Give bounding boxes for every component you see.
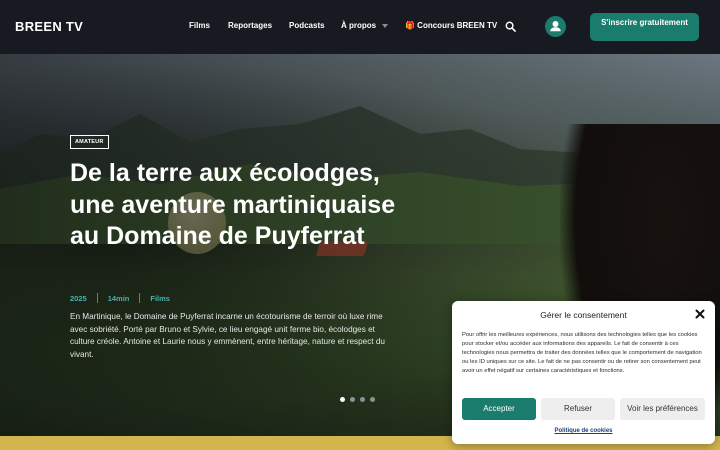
user-icon bbox=[550, 21, 561, 32]
nav-item-podcasts[interactable]: Podcasts bbox=[289, 21, 325, 30]
slider-dot[interactable] bbox=[340, 397, 345, 402]
consent-text: Pour offrir les meilleures expériences, … bbox=[462, 332, 702, 374]
signup-button[interactable]: S'inscrire gratuitement bbox=[590, 13, 699, 41]
slider-dot[interactable] bbox=[350, 397, 355, 402]
category-badge[interactable]: AMATEUR bbox=[70, 135, 109, 149]
slider-dot[interactable] bbox=[370, 397, 375, 402]
hero-description: En Martinique, le Domaine de Puyferrat i… bbox=[70, 312, 385, 359]
meta-divider bbox=[139, 293, 141, 303]
slider-dots bbox=[340, 397, 375, 402]
cookie-policy-link[interactable]: Politique de cookies bbox=[452, 428, 715, 434]
meta-category-link[interactable]: Films bbox=[150, 294, 170, 303]
nav-item-a-propos-label: À propos bbox=[341, 21, 377, 30]
page: AMATEUR De la terre aux écolodges, une a… bbox=[0, 0, 720, 450]
site-header: BREEN TV Films Reportages Podcasts À pro… bbox=[0, 0, 720, 54]
hero-title[interactable]: De la terre aux écolodges, une aventure … bbox=[70, 158, 410, 253]
view-preferences-button[interactable]: Voir les préférences bbox=[620, 398, 705, 420]
chevron-down-icon bbox=[382, 23, 389, 28]
nav-item-concours[interactable]: 🎁 Concours BREEN TV bbox=[405, 21, 497, 30]
site-logo[interactable]: BREEN TV bbox=[15, 19, 83, 34]
meta-duration: 14min bbox=[107, 293, 130, 303]
meta-divider bbox=[96, 293, 98, 303]
meta-year: 2025 bbox=[70, 293, 87, 303]
close-icon[interactable] bbox=[695, 309, 705, 319]
nav-item-a-propos[interactable]: À propos bbox=[341, 21, 389, 30]
hero-meta: 2025 14min Films bbox=[70, 293, 170, 303]
user-account-button[interactable] bbox=[545, 16, 566, 37]
search-icon[interactable] bbox=[505, 21, 516, 32]
cookie-consent-dialog: Gérer le consentement Pour offrir les me… bbox=[452, 301, 715, 444]
refuse-button[interactable]: Refuser bbox=[541, 398, 615, 420]
nav-item-films[interactable]: Films bbox=[189, 21, 210, 30]
consent-title: Gérer le consentement bbox=[540, 310, 627, 320]
accept-button[interactable]: Accepter bbox=[462, 398, 536, 420]
nav-item-reportages[interactable]: Reportages bbox=[228, 21, 272, 30]
slider-dot[interactable] bbox=[360, 397, 365, 402]
